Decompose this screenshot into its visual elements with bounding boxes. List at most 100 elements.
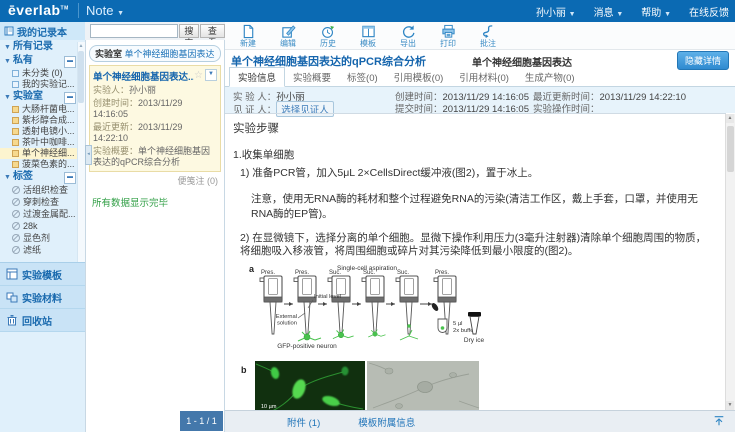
pagination[interactable]: 1 - 1 / 1: [180, 411, 223, 431]
view-button[interactable]: 查看 ▼: [200, 24, 225, 38]
sidebar-section-lab[interactable]: ▼实验室▬: [0, 90, 85, 104]
scroll-down-icon[interactable]: ▼: [726, 401, 734, 410]
history-button[interactable]: 历史: [315, 24, 341, 48]
print-button[interactable]: 打印: [435, 24, 461, 48]
tag-icon: [12, 210, 20, 218]
svg-text:5 µl: 5 µl: [453, 321, 462, 327]
section-menu-button[interactable]: ▬: [64, 172, 76, 184]
tag-icon: [12, 222, 20, 230]
section-menu-button[interactable]: ▬: [64, 92, 76, 104]
splitter-collapse-handle[interactable]: ◂: [85, 145, 92, 165]
tab-products[interactable]: 生成产物(0): [517, 68, 583, 86]
sidebar-all-records[interactable]: ▼所有记录: [0, 40, 85, 54]
sidebar-bottom: 实验模板 实验材料 回收站: [0, 262, 85, 332]
sidebar-item-recycle-bin[interactable]: 回收站: [0, 309, 85, 332]
step-2-text: 2) 在显微镜下，选择分离的单个细胞。显微下操作利用压力(3毫升注射器)清除单个…: [233, 232, 712, 258]
content-scrollbar[interactable]: ▲ ▼: [725, 114, 735, 410]
new-button[interactable]: 新建: [235, 24, 261, 48]
feedback-link[interactable]: 在线反馈: [689, 4, 729, 19]
top-menu: 孙小丽 ▼ 消息 ▼ 帮助 ▼ 在线反馈: [536, 0, 729, 22]
step-1-text: 1) 准备PCR管，加入5μL 2×CellsDirect缓冲液(图2)，置于冰…: [233, 165, 726, 180]
sidebar-item-spinach-pigment[interactable]: 菠菜色素的... (1): [0, 159, 85, 170]
export-button[interactable]: 导出: [395, 24, 421, 48]
sidebar-tag-chromogenic[interactable]: 显色剂: [0, 232, 85, 244]
chevron-down-icon: ▼: [569, 11, 576, 18]
step-note-text: 注意，使用无RNA酶的耗材和整个过程避免RNA的污染(清洁工作区，戴上手套，口罩…: [233, 191, 711, 221]
card-menu-button[interactable]: ▼: [205, 69, 217, 81]
notebook-icon: [12, 161, 19, 168]
sidebar-scrollbar[interactable]: ▲ ▼: [77, 42, 85, 298]
sidebar-tag-puncture[interactable]: 穿刺检查: [0, 196, 85, 208]
help-menu[interactable]: 帮助 ▼: [641, 4, 671, 19]
breadcrumb[interactable]: 实验室 单个神经细胞基因表达: [89, 45, 221, 62]
sidebar-item-ecoli[interactable]: 大肠杆菌电... (5): [0, 104, 85, 115]
sidebar-item-taxol[interactable]: 紫杉醇合成... (7): [0, 115, 85, 126]
template-button[interactable]: 模板: [355, 24, 381, 48]
sidebar-item-single-neuron[interactable]: 单个神经细... (1): [0, 148, 85, 159]
sidebar-item-my-records[interactable]: 我的实验记... (1): [0, 79, 85, 90]
triangle-down-icon: ▼: [4, 44, 11, 51]
tab-experiment-summary[interactable]: 实验概要: [285, 68, 339, 86]
my-notebook-tab[interactable]: 我的记录本: [0, 22, 85, 40]
sidebar-item-tem[interactable]: 透射电镜小... (0): [0, 126, 85, 137]
notebook-icon: [12, 81, 19, 88]
detail-tabs: 实验信息 实验概要 标签(0) 引用模板(0) 引用材料(0) 生成产物(0): [225, 70, 735, 87]
experiment-card[interactable]: ☆ ▼ 单个神经细胞基因表达... 实验人：孙小丽 创建时间：2013/11/2…: [89, 65, 221, 172]
notebook-icon: [12, 106, 19, 113]
svg-text:solution: solution: [277, 321, 297, 327]
section-menu-button[interactable]: ▬: [64, 56, 76, 68]
svg-text:Initial level: Initial level: [314, 294, 341, 300]
product-name[interactable]: Note ▼: [86, 3, 124, 18]
card-title[interactable]: 单个神经细胞基因表达...: [93, 69, 194, 83]
sidebar-tag-biopsy[interactable]: 活组织检查: [0, 184, 85, 196]
tag-icon: [12, 234, 20, 242]
sidebar-item-tea-caffeine[interactable]: 茶叶中咖啡... (2): [0, 137, 85, 148]
messages-menu[interactable]: 消息 ▼: [594, 4, 624, 19]
template-icon: [361, 24, 376, 39]
edit-button[interactable]: 编辑: [275, 24, 301, 48]
chevron-down-icon: ▼: [616, 11, 623, 18]
sidebar-item-templates[interactable]: 实验模板: [0, 263, 85, 286]
template-info-link[interactable]: 模板附属信息: [358, 415, 415, 429]
my-notebook-label: 我的记录本: [17, 24, 67, 39]
sticky-note-link[interactable]: 便笺注 (0): [92, 174, 218, 187]
triangle-down-icon: ▼: [4, 94, 11, 101]
annotate-button[interactable]: 批注: [475, 24, 501, 48]
edit-pencil-icon: [281, 24, 296, 39]
sidebar-section-tags[interactable]: ▼标签▬: [0, 170, 85, 184]
fluorescence-image: 10 µm: [255, 361, 365, 410]
user-menu[interactable]: 孙小丽 ▼: [536, 4, 576, 19]
card-owner: 实验人：孙小丽: [93, 85, 217, 96]
experiment-content[interactable]: 实验步骤 1.收集单细胞 1) 准备PCR管，加入5μL 2×CellsDire…: [225, 113, 726, 410]
hide-details-button[interactable]: 隐藏详情: [677, 51, 729, 70]
sub-bar: 我的记录本 搜索 查看 ▼: [0, 22, 225, 41]
sidebar-tag-transition-metal[interactable]: 过渡金属配...: [0, 208, 85, 220]
sidebar-item-uncategorized[interactable]: 未分类 (0): [0, 68, 85, 79]
sidebar-item-materials[interactable]: 实验材料: [0, 286, 85, 309]
svg-text:Suc.: Suc.: [329, 270, 341, 276]
search-button[interactable]: 搜索: [179, 24, 199, 38]
scrollbar-thumb[interactable]: [727, 126, 734, 172]
scroll-up-icon[interactable]: ▲: [78, 43, 84, 49]
tab-experiment-info[interactable]: 实验信息: [229, 67, 285, 87]
experiment-toolbar: 新建 编辑 历史 模板 导出 打印 批注: [225, 22, 735, 50]
experiment-info-grid: 实 验 人：孙小丽 创建时间：2013/11/29 14:16:05 最近更新时…: [225, 87, 735, 113]
attachments-link[interactable]: 附件 (1): [287, 415, 320, 429]
tag-icon: [12, 186, 20, 194]
collapse-to-top-icon[interactable]: [713, 415, 725, 430]
logo-divider: [78, 3, 79, 18]
tab-ref-templates[interactable]: 引用模板(0): [386, 68, 452, 86]
scrollbar-thumb[interactable]: [78, 51, 84, 103]
tab-tags[interactable]: 标签(0): [339, 68, 386, 86]
svg-text:a: a: [249, 264, 255, 274]
sidebar-tag-filter-paper[interactable]: 滤纸: [0, 244, 85, 256]
detail-header: 单个神经细胞基因表达的qPCR综合分析 单个神经细胞基因表达 隐藏详情: [225, 50, 735, 70]
search-input[interactable]: [90, 24, 178, 38]
scroll-up-icon[interactable]: ▲: [726, 114, 734, 123]
sidebar-tag-28k[interactable]: 28k: [0, 220, 85, 232]
sidebar-section-private[interactable]: ▼私有▬: [0, 54, 85, 68]
dic-image: [367, 361, 479, 410]
tab-ref-materials[interactable]: 引用材料(0): [451, 68, 517, 86]
svg-text:Pres.: Pres.: [261, 270, 275, 276]
star-icon[interactable]: ☆: [194, 70, 203, 81]
